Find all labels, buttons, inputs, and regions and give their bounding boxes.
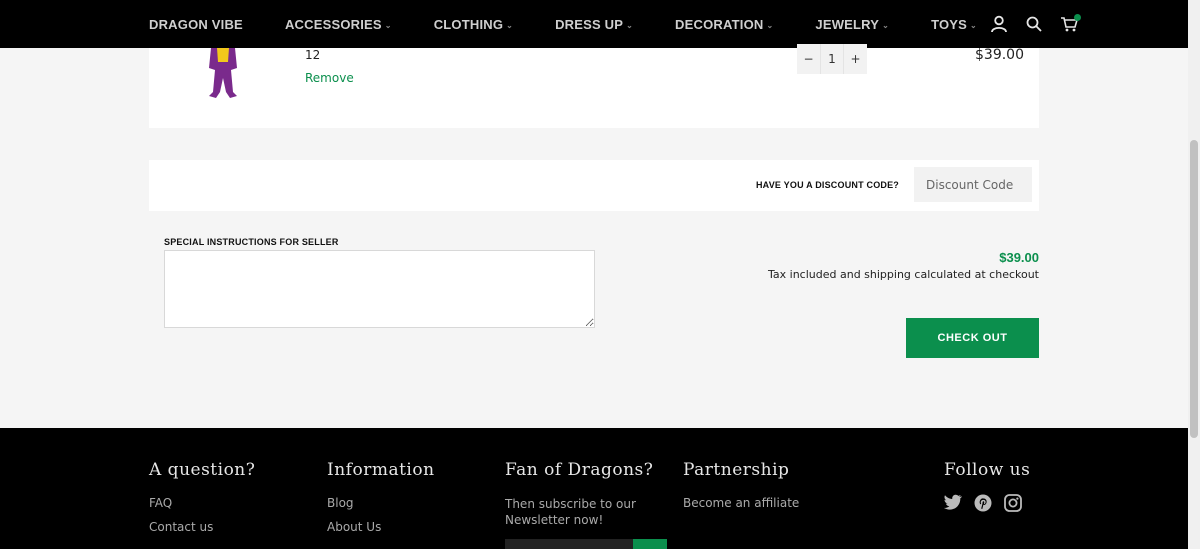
footer-heading: Partnership [683,460,790,480]
quantity-input[interactable]: 1 [820,44,844,74]
newsletter-email-input[interactable] [505,539,633,549]
nav-item-clothing[interactable]: CLOTHING ⌄ [434,17,513,32]
pinterest-icon[interactable] [974,494,992,516]
tax-shipping-note: Tax included and shipping calculated at … [768,268,1039,281]
line-price: $39.00 [975,47,1024,63]
chevron-down-icon: ⌄ [970,20,977,30]
cart-icon[interactable] [1060,14,1081,32]
discount-code-input[interactable] [914,167,1032,202]
remove-item-link[interactable]: Remove [305,71,354,85]
page-scrollbar[interactable] [1188,0,1200,549]
cart-count-badge [1074,14,1081,21]
footer-col-follow: Follow us [943,460,1031,516]
nav-item-dragon-vibe[interactable]: DRAGON VIBE [149,17,243,32]
header-actions [990,0,1081,48]
footer-col-partnership: Partnership Become an affiliate [683,460,799,510]
site-header: DRAGON VIBE ACCESSORIES ⌄ CLOTHING ⌄ DRESS… [0,0,1188,48]
footer-link-faq[interactable]: FAQ [149,496,255,510]
increase-quantity-button[interactable]: + [844,44,867,74]
chevron-down-icon: ⌄ [384,20,392,30]
seller-instructions-textarea[interactable] [164,250,595,328]
account-icon[interactable] [990,15,1008,33]
footer-link-blog[interactable]: Blog [327,496,435,510]
chevron-down-icon: ⌄ [626,20,634,30]
quantity-stepper: − 1 + [797,44,867,74]
newsletter-text: Then subscribe to our Newsletter now! [505,497,636,527]
footer-heading: A question? [149,460,256,480]
footer-link-affiliate[interactable]: Become an affiliate [683,496,799,510]
footer-col-question: A question? FAQ Contact us [149,460,255,534]
footer-heading: Information [327,460,435,480]
checkout-button[interactable]: CHECK OUT [906,318,1039,358]
discount-panel: HAVE YOU A DISCOUNT CODE? [149,160,1039,211]
main-nav: DRAGON VIBE ACCESSORIES ⌄ CLOTHING ⌄ DRESS… [149,0,1019,48]
decrease-quantity-button[interactable]: − [797,44,820,74]
footer-col-newsletter: Fan of Dragons? Then subscribe to our Ne… [505,460,653,528]
cart-item-row: 12 Remove − 1 + $39.00 [149,44,1039,128]
nav-item-decoration[interactable]: DECORATION ⌄ [675,17,773,32]
footer-link-about[interactable]: About Us [327,520,435,534]
item-variant: 12 [305,48,321,62]
footer-heading: Fan of Dragons? [505,460,654,480]
site-footer: A question? FAQ Contact us Information B… [0,428,1188,549]
discount-label: HAVE YOU A DISCOUNT CODE? [755,180,899,190]
chevron-down-icon: ⌄ [882,20,890,30]
footer-col-information: Information Blog About Us [327,460,435,534]
chevron-down-icon: ⌄ [506,20,514,30]
footer-heading: Follow us [944,460,1031,480]
product-image[interactable] [197,48,249,100]
search-icon[interactable] [1026,16,1042,32]
nav-item-jewelry[interactable]: JEWELRY ⌄ [815,17,889,32]
social-links [943,494,1030,516]
nav-item-toys[interactable]: TOYS ⌄ [931,17,977,32]
notes-label: SPECIAL INSTRUCTIONS FOR SELLER [164,237,339,247]
scrollbar-thumb[interactable] [1190,140,1198,438]
footer-link-contact[interactable]: Contact us [149,520,255,534]
twitter-icon[interactable] [943,494,962,516]
chevron-down-icon: ⌄ [766,20,774,30]
nav-item-accessories[interactable]: ACCESSORIES ⌄ [285,17,392,32]
cart-subtotal: $39.00 [999,250,1039,265]
instagram-icon[interactable] [1004,494,1022,516]
nav-item-dress-up[interactable]: DRESS UP ⌄ [555,17,633,32]
newsletter-subscribe-button[interactable] [633,539,667,549]
